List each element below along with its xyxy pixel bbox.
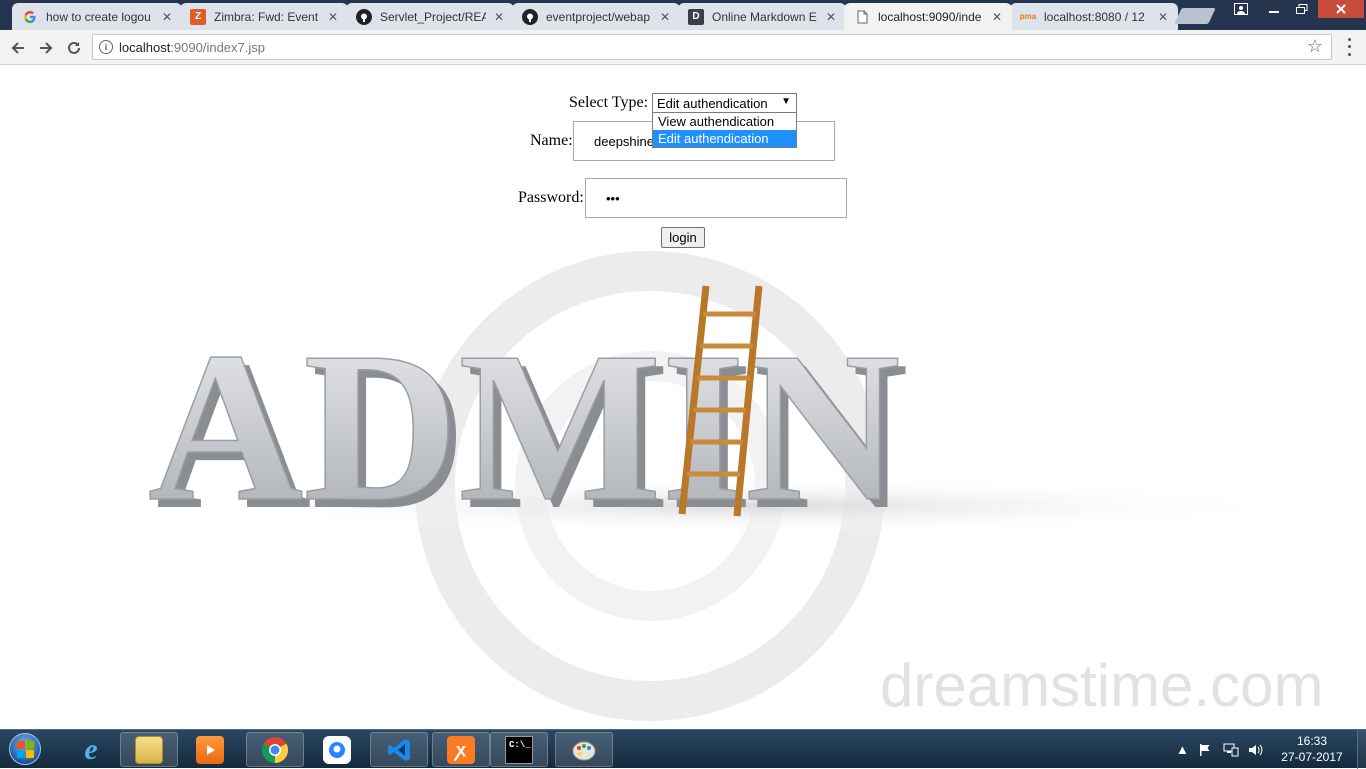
taskbar-command-prompt[interactable]: C:\_ (490, 732, 548, 767)
dillinger-icon: D (688, 8, 704, 25)
close-icon[interactable]: ✕ (1156, 10, 1170, 24)
taskbar-internet-explorer[interactable]: e (62, 732, 120, 767)
zimbra-icon: Z (190, 8, 206, 25)
back-button[interactable] (7, 37, 29, 59)
browser-menu-icon[interactable] (1342, 36, 1356, 58)
system-clock[interactable]: 16:33 27-07-2017 (1272, 733, 1352, 765)
password-input-value: ••• (606, 190, 620, 206)
file-explorer-icon (135, 735, 163, 764)
name-label: Name: (530, 132, 573, 149)
dropdown-arrow-icon: ▼ (781, 96, 791, 107)
google-icon (22, 9, 38, 25)
chrome-icon (261, 736, 289, 764)
option-edit-authendication[interactable]: Edit authendication (653, 130, 796, 147)
close-icon[interactable]: ✕ (990, 10, 1004, 24)
phpmyadmin-icon: pma (1019, 12, 1037, 21)
taskbar-xampp[interactable]: ꭗ (432, 732, 490, 767)
arrow-right-icon (40, 42, 53, 54)
new-tab-button[interactable] (1174, 8, 1216, 24)
internet-explorer-icon: e (84, 732, 98, 766)
action-center-flag-icon[interactable] (1198, 730, 1212, 769)
close-icon[interactable]: ✕ (160, 10, 174, 24)
tab-title: Servlet_Project/REA (380, 9, 486, 24)
tab-markdown-editor[interactable]: D Online Markdown E ✕ (678, 3, 846, 30)
close-icon[interactable]: ✕ (326, 10, 340, 24)
address-bar[interactable]: i localhost:9090/index7.jsp ☆ (92, 34, 1332, 60)
github-icon (356, 8, 372, 25)
bookmark-star-icon[interactable]: ☆ (1307, 36, 1323, 57)
document-icon (854, 9, 870, 25)
taskbar-sourcetree[interactable] (308, 732, 366, 767)
type-select-value: Edit authendication (657, 96, 768, 111)
tab-github-eventproject[interactable]: eventproject/webap ✕ (512, 3, 680, 30)
volume-icon[interactable] (1248, 730, 1264, 769)
profile-icon[interactable] (1228, 0, 1254, 18)
login-button[interactable]: login (661, 227, 705, 248)
select-type-label: Select Type: (569, 94, 649, 111)
type-select[interactable]: Edit authendication ▼ (652, 93, 797, 113)
tab-title: localhost:8080 / 12 (1044, 9, 1145, 24)
tab-title: eventproject/webap (546, 9, 651, 24)
reload-icon (68, 41, 80, 54)
admin-word: ADMIN ADMIN (147, 306, 908, 554)
restore-button[interactable] (1288, 0, 1316, 18)
command-prompt-icon: C:\_ (505, 735, 533, 764)
close-icon[interactable]: ✕ (492, 10, 506, 24)
close-icon[interactable]: ✕ (824, 10, 838, 24)
tab-strip: how to create logou ✕ Z Zimbra: Fwd: Eve… (0, 0, 1366, 30)
tab-google-search[interactable]: how to create logou ✕ (12, 3, 182, 30)
show-hidden-icons[interactable]: ▲ (1176, 730, 1189, 769)
info-icon[interactable]: i (99, 40, 113, 54)
reload-button[interactable] (63, 37, 85, 59)
tab-phpmyadmin[interactable]: pma localhost:8080 / 12 ✕ (1010, 3, 1178, 30)
close-icon[interactable]: ✕ (658, 10, 672, 24)
tab-localhost-9090[interactable]: localhost:9090/inde ✕ (844, 3, 1012, 30)
windows-logo-icon (9, 733, 41, 765)
browser-toolbar: i localhost:9090/index7.jsp ☆ (0, 30, 1366, 65)
tab-title: Zimbra: Fwd: Event (214, 9, 319, 24)
name-input-value: deepshine (594, 133, 654, 149)
admin-background-image: ADMIN ADMIN dreamstime.com (147, 251, 1323, 721)
tab-title: how to create logou (46, 9, 151, 24)
tab-zimbra[interactable]: Z Zimbra: Fwd: Event ✕ (180, 3, 348, 30)
option-view-authendication[interactable]: View authendication (653, 113, 796, 130)
windows-taskbar: e ꭗ C:\_ ▲ 16:33 27-07-2017 (0, 729, 1366, 769)
media-player-icon (196, 735, 224, 764)
paint-icon (570, 736, 598, 764)
taskbar-paint[interactable] (555, 732, 613, 767)
sourcetree-icon (323, 735, 351, 764)
svg-text:ADMIN: ADMIN (148, 307, 900, 546)
type-select-dropdown: View authendication Edit authendication (652, 112, 797, 148)
xampp-icon: ꭗ (447, 735, 475, 764)
tab-title: Online Markdown E (712, 9, 817, 24)
tab-title: localhost:9090/inde (878, 9, 982, 24)
start-button[interactable] (4, 731, 46, 767)
tab-github-servlet[interactable]: Servlet_Project/REA ✕ (346, 3, 514, 30)
clock-date: 27-07-2017 (1281, 750, 1343, 764)
minimize-button[interactable] (1260, 0, 1288, 18)
show-desktop-button[interactable] (1357, 730, 1366, 769)
taskbar-chrome[interactable] (246, 732, 304, 767)
password-label: Password: (518, 189, 584, 206)
address-url: localhost:9090/index7.jsp (119, 40, 265, 55)
taskbar-file-explorer[interactable] (120, 732, 178, 767)
window-close-button[interactable] (1318, 0, 1364, 18)
arrow-left-icon (11, 42, 24, 54)
watermark-text: dreamstime.com (880, 652, 1323, 719)
network-icon[interactable] (1223, 730, 1239, 769)
taskbar-visual-studio-code[interactable] (370, 732, 428, 767)
taskbar-media-player[interactable] (181, 732, 239, 767)
github-icon (522, 8, 538, 25)
page-content: ADMIN ADMIN dreamstime.com Select Type: … (0, 66, 1366, 729)
password-input[interactable]: ••• (585, 178, 847, 218)
forward-button[interactable] (35, 37, 57, 59)
visual-studio-code-icon (385, 736, 413, 764)
clock-time: 16:33 (1296, 734, 1328, 748)
